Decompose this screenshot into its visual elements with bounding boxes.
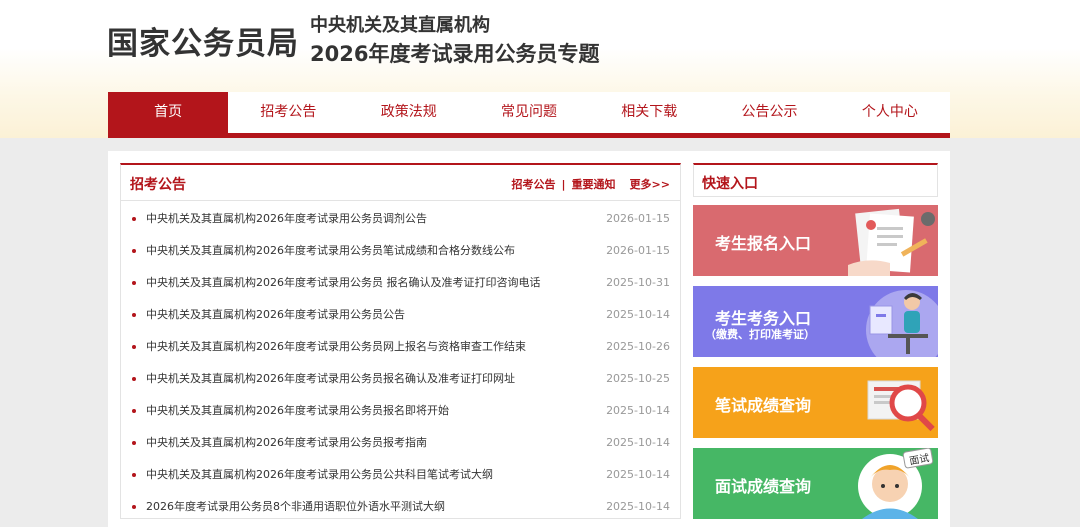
interview-person-icon: 面试 [858, 448, 934, 519]
news-list: 中央机关及其直属机构2026年度考试录用公务员调剂公告 2026-01-15 中央… [121, 203, 680, 523]
news-item-date: 2025-10-31 [606, 276, 670, 289]
bullet-icon [132, 249, 136, 253]
news-item-date: 2025-10-14 [606, 404, 670, 417]
news-panel-header: 招考公告 招考公告 | 重要通知 更多>> [121, 165, 680, 201]
list-item: 中央机关及其直属机构2026年度考试录用公务员报考指南 2025-10-14 [121, 427, 680, 459]
news-item-title[interactable]: 中央机关及其直属机构2026年度考试录用公务员网上报名与资格审查工作结束 [146, 331, 526, 363]
written-score-query-tile[interactable]: 笔试成绩查询 [693, 367, 938, 438]
tile-label: 笔试成绩查询 [715, 396, 812, 415]
exam-affairs-entry-tile[interactable]: 考生考务入口 （缴费、打印准考证） [693, 286, 938, 357]
news-item-date: 2025-10-14 [606, 468, 670, 481]
bullet-icon [132, 409, 136, 413]
news-item-date: 2025-10-14 [606, 308, 670, 321]
news-item-date: 2025-10-14 [606, 500, 670, 513]
news-panel-title: 招考公告 [130, 177, 186, 193]
bullet-icon [132, 473, 136, 477]
application-form-icon [848, 208, 935, 276]
quick-entry-title: 快速入口 [702, 176, 758, 192]
list-item: 中央机关及其直属机构2026年度考试录用公务员公告 2025-10-14 [121, 299, 680, 331]
registration-entry-tile[interactable]: 考生报名入口 [693, 205, 938, 276]
site-subtitle-line1: 中央机关及其直属机构 [310, 15, 490, 36]
news-item-title[interactable]: 中央机关及其直属机构2026年度考试录用公务员调剂公告 [146, 203, 427, 235]
nav-item-notices[interactable]: 公告公示 [709, 92, 829, 133]
news-item-title[interactable]: 中央机关及其直属机构2026年度考试录用公务员公告 [146, 299, 405, 331]
interview-score-query-tile[interactable]: 面试成绩查询 面试 [693, 448, 938, 519]
nav-item-home[interactable]: 首页 [108, 92, 229, 133]
bullet-icon [132, 377, 136, 381]
bullet-icon [132, 441, 136, 445]
news-item-title[interactable]: 中央机关及其直属机构2026年度考试录用公务员报考指南 [146, 427, 427, 459]
news-panel: 招考公告 招考公告 | 重要通知 更多>> 中央机关及其直属机构2026年度考试… [120, 163, 681, 519]
nav-item-downloads[interactable]: 相关下载 [589, 92, 709, 133]
news-item-title[interactable]: 2026年度考试录用公务员8个非通用语职位外语水平测试大纲 [146, 491, 445, 523]
list-item: 中央机关及其直属机构2026年度考试录用公务员报名即将开始 2025-10-14 [121, 395, 680, 427]
bullet-icon [132, 505, 136, 509]
news-item-date: 2025-10-25 [606, 372, 670, 385]
news-item-title[interactable]: 中央机关及其直属机构2026年度考试录用公务员报名即将开始 [146, 395, 449, 427]
site-title: 国家公务员局 [107, 26, 299, 62]
news-item-title[interactable]: 中央机关及其直属机构2026年度考试录用公务员报名确认及准考证打印网址 [146, 363, 515, 395]
bullet-icon [132, 313, 136, 317]
news-item-date: 2026-01-15 [606, 212, 670, 225]
tile-label: 面试成绩查询 [715, 477, 812, 496]
list-item: 中央机关及其直属机构2026年度考试录用公务员公共科目笔试考试大纲 2025-10… [121, 459, 680, 491]
link-important-notices[interactable]: 重要通知 [572, 176, 616, 192]
news-item-title[interactable]: 中央机关及其直属机构2026年度考试录用公务员公共科目笔试考试大纲 [146, 459, 493, 491]
more-link[interactable]: 更多>> [630, 176, 670, 192]
tile-sublabel: （缴费、打印准考证） [705, 328, 815, 341]
bullet-icon [132, 217, 136, 221]
nav-item-personal-center[interactable]: 个人中心 [830, 92, 950, 133]
news-item-date: 2025-10-26 [606, 340, 670, 353]
list-item: 中央机关及其直属机构2026年度考试录用公务员笔试成绩和合格分数线公布 2026-… [121, 235, 680, 267]
site-subtitle-line2: 2026年度考试录用公务员专题 [310, 42, 600, 66]
bullet-icon [132, 281, 136, 285]
tile-label: 考生报名入口 [715, 234, 812, 253]
news-item-date: 2026-01-15 [606, 244, 670, 257]
list-item: 中央机关及其直属机构2026年度考试录用公务员 报名确认及准考证打印咨询电话 20… [121, 267, 680, 299]
list-item: 中央机关及其直属机构2026年度考试录用公务员网上报名与资格审查工作结束 2025… [121, 331, 680, 363]
news-panel-links: 招考公告 | 重要通知 更多>> [512, 176, 670, 192]
magnifier-icon [867, 380, 935, 432]
list-item: 2026年度考试录用公务员8个非通用语职位外语水平测试大纲 2025-10-14 [121, 491, 680, 523]
bullet-icon [132, 345, 136, 349]
list-item: 中央机关及其直属机构2026年度考试录用公务员报名确认及准考证打印网址 2025-… [121, 363, 680, 395]
nav-item-announcements[interactable]: 招考公告 [228, 92, 348, 133]
link-separator: | [561, 177, 566, 191]
nav-item-faq[interactable]: 常见问题 [469, 92, 589, 133]
quick-entry-panel: 快速入口 [693, 163, 938, 197]
main-nav: 首页 招考公告 政策法规 常见问题 相关下载 公告公示 个人中心 [108, 92, 950, 138]
nav-item-policies[interactable]: 政策法规 [349, 92, 469, 133]
news-item-date: 2025-10-14 [606, 436, 670, 449]
news-item-title[interactable]: 中央机关及其直属机构2026年度考试录用公务员 报名确认及准考证打印咨询电话 [146, 267, 541, 299]
list-item: 中央机关及其直属机构2026年度考试录用公务员调剂公告 2026-01-15 [121, 203, 680, 235]
link-announcements[interactable]: 招考公告 [512, 176, 556, 192]
person-at-computer-icon [866, 290, 938, 357]
news-item-title[interactable]: 中央机关及其直属机构2026年度考试录用公务员笔试成绩和合格分数线公布 [146, 235, 515, 267]
